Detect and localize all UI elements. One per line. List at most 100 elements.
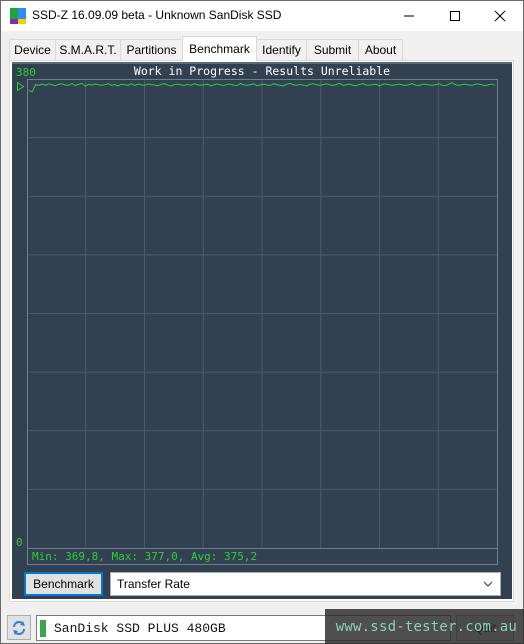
data-point <box>359 83 360 85</box>
data-point <box>342 85 344 86</box>
data-point <box>78 84 79 85</box>
data-point <box>35 84 36 85</box>
data-point <box>51 84 53 86</box>
benchmark-button-label: Benchmark <box>33 577 94 591</box>
data-point <box>193 83 195 85</box>
data-point <box>286 83 288 85</box>
data-point <box>431 84 433 86</box>
data-point <box>74 85 76 86</box>
drive-name: SanDisk SSD PLUS 480GB <box>54 620 226 636</box>
data-point <box>111 85 112 86</box>
data-point <box>362 83 364 85</box>
data-point <box>31 91 33 92</box>
stats-text: Min: 369,8, Max: 377,0, Avg: 375,2 <box>32 550 257 563</box>
data-point <box>471 84 473 86</box>
data-point <box>207 83 208 85</box>
refresh-button[interactable] <box>7 615 31 640</box>
benchmark-chart: Work in Progress - Results Unreliable 38… <box>16 64 498 565</box>
data-point <box>405 85 407 86</box>
data-point <box>213 84 215 86</box>
data-point <box>61 83 63 85</box>
data-point <box>392 84 393 86</box>
data-point <box>312 83 314 85</box>
data-point <box>121 83 122 85</box>
data-point <box>45 84 46 86</box>
benchmark-button[interactable]: Benchmark <box>24 572 103 596</box>
data-point <box>240 83 241 84</box>
data-point <box>269 85 271 86</box>
data-point <box>243 84 245 86</box>
data-point <box>425 83 426 85</box>
data-point <box>474 84 476 85</box>
data-point <box>160 83 162 85</box>
data-point <box>276 84 278 86</box>
data-point <box>352 84 354 86</box>
chart-title: Work in Progress - Results Unreliable <box>134 64 390 78</box>
data-point <box>210 85 212 87</box>
data-point <box>438 83 440 85</box>
data-point <box>55 85 56 87</box>
data-point <box>170 85 172 87</box>
data-point <box>256 85 258 87</box>
data-point <box>412 83 413 84</box>
data-point <box>68 84 70 86</box>
data-point <box>147 83 149 85</box>
data-point <box>28 90 30 92</box>
data-point <box>226 84 228 85</box>
data-point <box>48 83 50 85</box>
data-point <box>494 84 496 86</box>
data-point <box>468 84 469 86</box>
data-point <box>259 84 261 86</box>
data-point <box>250 84 251 85</box>
data-point <box>491 83 493 85</box>
data-point <box>339 82 341 84</box>
drive-status-indicator <box>40 619 46 637</box>
data-point <box>65 84 66 86</box>
data-point <box>329 84 331 86</box>
data-point <box>481 84 483 86</box>
data-point <box>203 84 205 86</box>
data-point <box>167 84 169 86</box>
data-point <box>279 84 281 86</box>
benchmark-mode-select[interactable]: Transfer Rate <box>110 572 501 596</box>
data-point <box>150 84 152 86</box>
data-point <box>217 83 218 85</box>
data-point <box>326 83 327 85</box>
data-point <box>41 83 43 85</box>
data-point <box>293 84 294 86</box>
data-point <box>332 85 334 86</box>
data-point <box>71 83 73 84</box>
data-point <box>398 83 400 85</box>
data-point <box>309 83 311 85</box>
data-point <box>302 84 304 86</box>
data-point <box>200 84 202 86</box>
data-point <box>289 83 291 84</box>
tab-benchmark[interactable]: Benchmark <box>182 36 257 61</box>
data-point <box>365 84 367 86</box>
data-point <box>448 83 450 85</box>
data-point <box>378 85 380 87</box>
data-point <box>441 84 443 86</box>
y-tick-label-min: 0 <box>16 536 23 549</box>
data-point <box>395 84 397 86</box>
data-point <box>101 84 103 86</box>
chevron-down-icon <box>483 581 493 587</box>
data-point <box>223 85 225 86</box>
data-point <box>88 83 89 85</box>
data-point <box>38 85 40 86</box>
data-point <box>187 84 189 85</box>
data-point <box>91 84 93 86</box>
data-point <box>81 83 83 84</box>
data-point <box>299 84 301 85</box>
data-point <box>131 83 132 85</box>
data-point <box>283 85 284 87</box>
data-point <box>336 84 337 85</box>
data-point <box>408 84 410 85</box>
data-point <box>454 84 456 86</box>
watermark-overlay: www.ssd-tester.com.au <box>325 609 524 644</box>
data-point <box>233 84 235 86</box>
data-point <box>402 84 403 86</box>
data-point <box>183 85 185 86</box>
benchmark-mode-value: Transfer Rate <box>117 577 190 591</box>
data-point <box>253 83 255 85</box>
